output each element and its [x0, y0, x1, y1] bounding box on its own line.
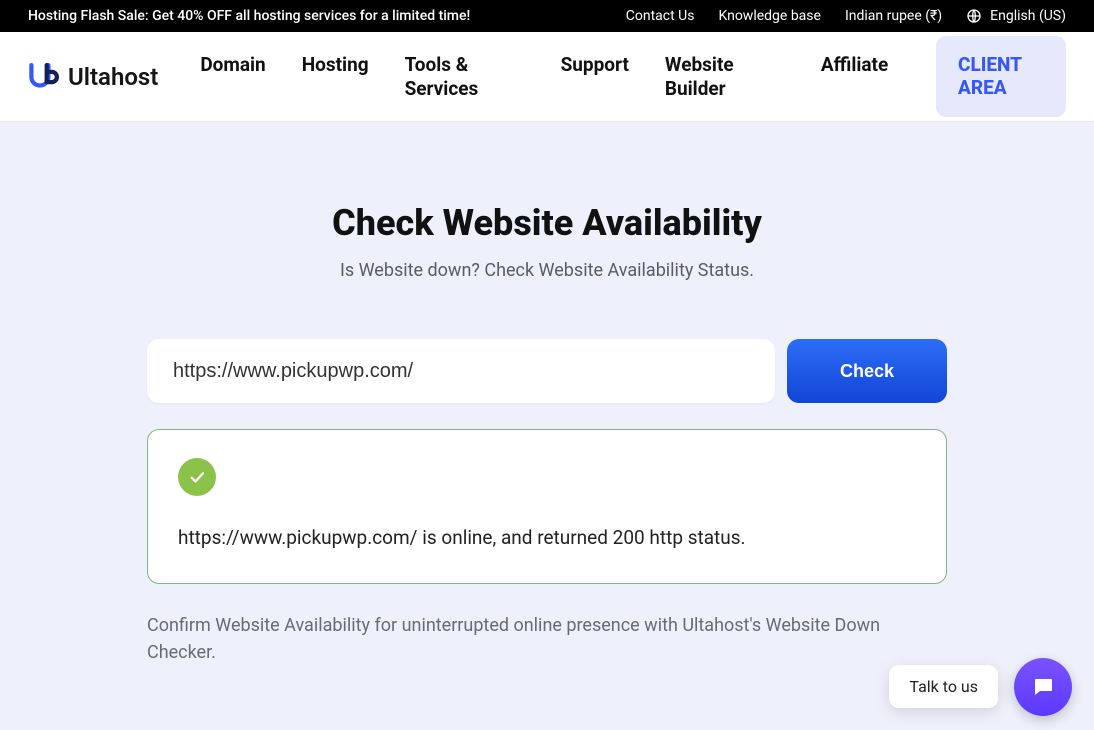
page-title: Check Website Availability [332, 202, 762, 244]
nav-domain[interactable]: Domain [200, 53, 265, 77]
main-navbar: Ultahost Domain Hosting Tools & Services… [0, 32, 1094, 122]
logo-icon [28, 60, 62, 94]
confirm-text: Confirm Website Availability for uninter… [147, 612, 947, 666]
brand-logo[interactable]: Ultahost [28, 60, 158, 94]
brand-name: Ultahost [68, 63, 158, 91]
currency-selector[interactable]: Indian rupee (₹) [845, 8, 942, 24]
page-subtitle: Is Website down? Check Website Availabil… [340, 260, 754, 281]
result-text: https://www.pickupwp.com/ is online, and… [178, 526, 916, 549]
nav-affiliate[interactable]: Affiliate [821, 53, 888, 77]
nav-links: Domain Hosting Tools & Services Support … [200, 53, 894, 101]
nav-website-builder[interactable]: Website Builder [665, 53, 785, 101]
url-input[interactable] [147, 339, 775, 403]
language-label: English (US) [990, 8, 1066, 24]
check-button[interactable]: Check [787, 339, 947, 403]
hero-section: Check Website Availability Is Website do… [0, 122, 1094, 666]
url-checker-form: Check [147, 339, 947, 403]
promo-bar: Hosting Flash Sale: Get 40% OFF all host… [0, 0, 1094, 32]
knowledge-base-link[interactable]: Knowledge base [718, 8, 820, 24]
promo-text: Hosting Flash Sale: Get 40% OFF all host… [28, 8, 470, 24]
contact-us-link[interactable]: Contact Us [626, 8, 695, 24]
language-selector[interactable]: English (US) [966, 8, 1066, 24]
talk-to-us-pill[interactable]: Talk to us [889, 665, 998, 708]
chat-launcher-button[interactable] [1014, 658, 1072, 716]
nav-hosting[interactable]: Hosting [302, 53, 369, 77]
client-area-button[interactable]: CLIENT AREA [936, 36, 1066, 118]
result-card: https://www.pickupwp.com/ is online, and… [147, 429, 947, 584]
chat-icon [1031, 675, 1055, 699]
success-icon [178, 458, 216, 496]
nav-tools-services[interactable]: Tools & Services [405, 53, 525, 101]
nav-support[interactable]: Support [561, 53, 629, 77]
globe-icon [966, 8, 982, 24]
